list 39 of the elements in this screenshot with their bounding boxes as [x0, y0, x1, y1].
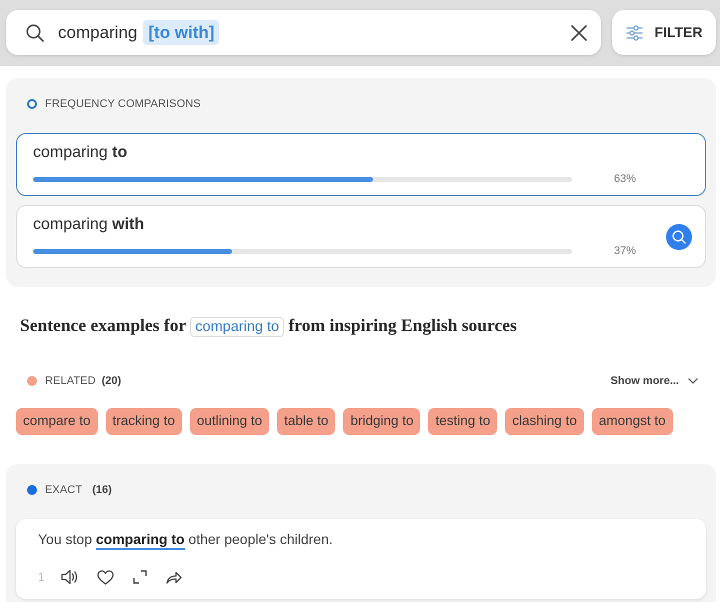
- related-tag[interactable]: compare to: [16, 408, 98, 435]
- comparison-phrase: comparing to: [33, 142, 128, 162]
- search-icon: [672, 230, 686, 244]
- close-icon[interactable]: [571, 24, 587, 40]
- search-field[interactable]: comparing [to with]: [6, 10, 601, 55]
- section-count: (16): [92, 482, 112, 498]
- example-sentence: You stop comparing to other people's children.: [38, 529, 684, 549]
- heart-icon[interactable]: [97, 570, 114, 584]
- expand-icon[interactable]: [133, 570, 147, 584]
- example-number: 1: [38, 569, 42, 586]
- section-title: EXACT: [45, 482, 82, 498]
- related-tag[interactable]: tracking to: [106, 408, 182, 435]
- chevron-down-icon: [688, 378, 698, 384]
- ring-icon: [27, 99, 37, 109]
- related-tag[interactable]: amongst to: [592, 408, 673, 435]
- query-highlight: [to with]: [143, 20, 220, 46]
- search-icon: [26, 24, 44, 42]
- show-more-button[interactable]: Show more...: [610, 372, 698, 390]
- related-tag[interactable]: bridging to: [343, 408, 420, 435]
- section-heading: Sentence examples for comparing to from inspiring English sources: [20, 314, 518, 339]
- section-count: (20): [102, 374, 122, 389]
- speaker-icon[interactable]: [61, 569, 78, 585]
- section-title: RELATED: [45, 374, 96, 389]
- percentage-text: 63%: [614, 172, 638, 188]
- comparison-phrase: comparing with: [33, 214, 146, 234]
- related-tag[interactable]: outlining to: [190, 408, 270, 435]
- related-tag[interactable]: testing to: [428, 408, 498, 435]
- search-button[interactable]: [666, 224, 692, 250]
- phrase-link[interactable]: comparing to: [190, 317, 284, 337]
- share-icon[interactable]: [166, 570, 182, 584]
- query-text: comparing: [58, 22, 138, 44]
- comparison-card[interactable]: comparing with 37%: [16, 205, 706, 268]
- related-tag[interactable]: clashing to: [505, 408, 584, 435]
- related-tag[interactable]: table to: [277, 408, 336, 435]
- section-title: FREQUENCY COMPARISONS: [45, 96, 201, 112]
- filter-button[interactable]: FILTER: [612, 10, 716, 55]
- percentage-text: 37%: [614, 244, 638, 260]
- comparison-card[interactable]: comparing to 63%: [16, 133, 706, 196]
- sliders-icon: [626, 24, 643, 40]
